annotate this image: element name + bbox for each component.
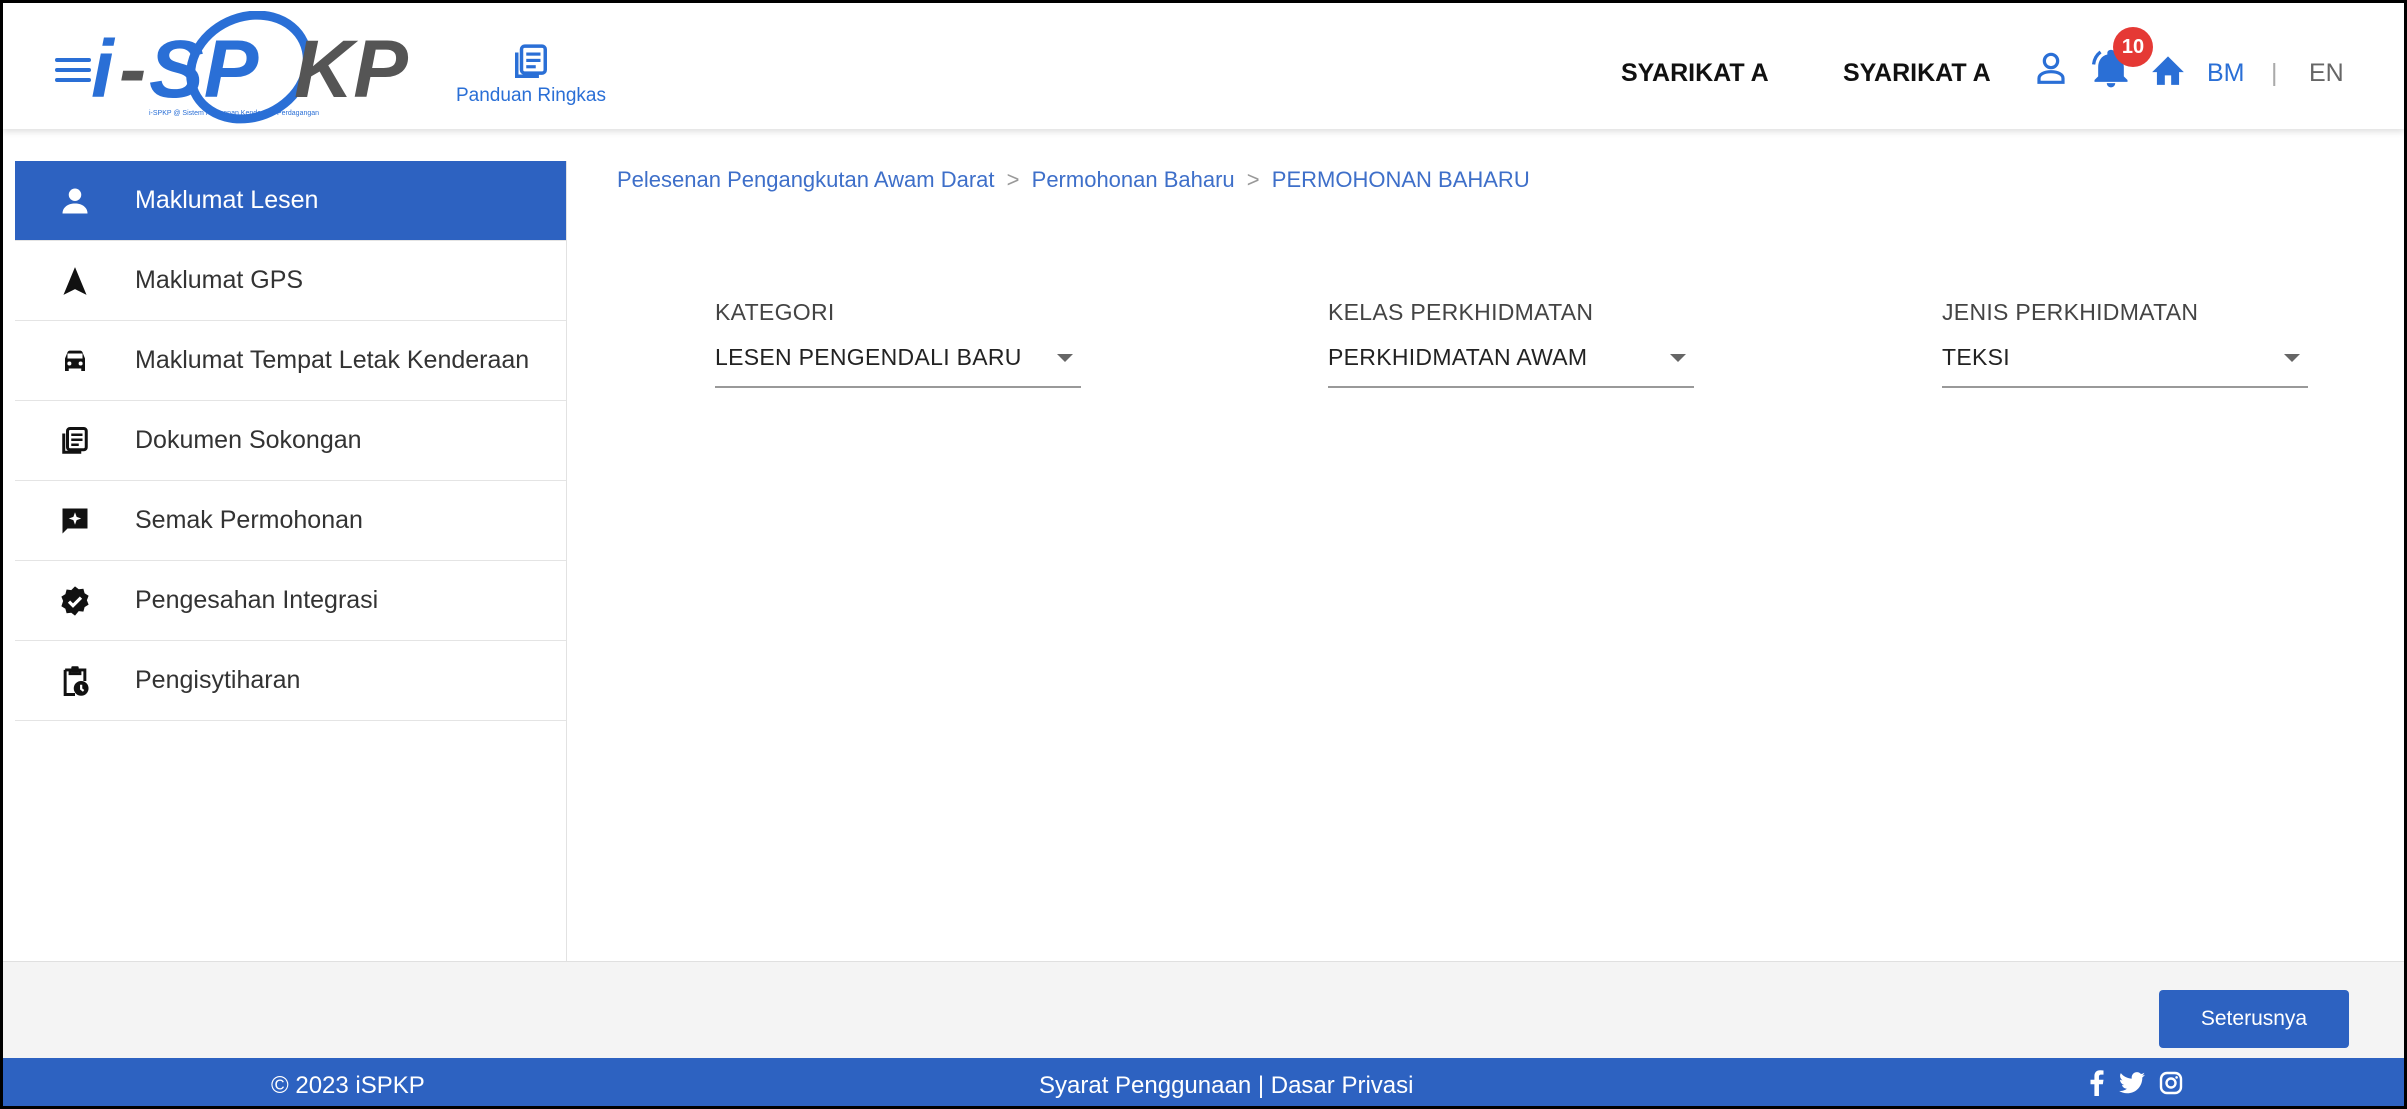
kategori-value: LESEN PENGENDALI BARU — [715, 344, 1022, 370]
kelas-perkhidmatan-value: PERKHIDMATAN AWAM — [1328, 344, 1588, 370]
company-name-secondary: SYARIKAT A — [1843, 59, 1991, 87]
svg-text:KP: KP — [294, 24, 408, 115]
sidebar-item-pengesahan-integrasi[interactable]: Pengesahan Integrasi — [15, 561, 566, 641]
chevron-down-icon — [1670, 354, 1686, 362]
quick-guide-label: Panduan Ringkas — [456, 85, 606, 106]
logo-tagline: i-SPKP @ Sistem Pelesenan Kenderaan Perd… — [149, 110, 319, 117]
sidebar-nav: Maklumat Lesen Maklumat GPS Maklumat Tem… — [15, 161, 567, 961]
breadcrumb-current: PERMOHONAN BAHARU — [1271, 167, 1530, 192]
jenis-perkhidmatan-field: JENIS PERKHIDMATAN TEKSI — [1942, 299, 2308, 388]
sidebar-item-label: Maklumat GPS — [135, 266, 304, 294]
document-icon — [515, 44, 547, 78]
document-icon — [57, 423, 93, 459]
facebook-icon[interactable] — [2089, 1070, 2105, 1096]
twitter-icon[interactable] — [2119, 1072, 2145, 1094]
sidebar-item-label: Pengisytiharan — [135, 666, 301, 694]
person-icon — [57, 183, 93, 219]
jenis-perkhidmatan-value: TEKSI — [1942, 344, 2010, 370]
ispkp-logo[interactable]: i - SP KP i-SPKP @ Sistem Pelesenan Kend… — [89, 11, 439, 126]
language-en[interactable]: EN — [2309, 59, 2344, 88]
sidebar-item-label: Pengesahan Integrasi — [135, 586, 379, 614]
kelas-perkhidmatan-label: KELAS PERKHIDMATAN — [1328, 299, 1594, 325]
menu-toggle-icon[interactable] — [55, 58, 91, 84]
car-icon — [57, 343, 93, 379]
chevron-down-icon — [2284, 354, 2300, 362]
svg-text:-: - — [119, 24, 146, 115]
sidebar-item-label: Semak Permohonan — [135, 506, 363, 534]
top-header: i - SP KP i-SPKP @ Sistem Pelesenan Kend… — [3, 3, 2404, 129]
user-icon[interactable] — [2035, 51, 2067, 87]
svg-text:SP: SP — [149, 24, 259, 115]
sidebar-item-maklumat-lesen[interactable]: Maklumat Lesen — [15, 161, 566, 241]
sidebar-item-label: Maklumat Lesen — [135, 186, 319, 214]
verified-icon — [57, 583, 93, 619]
kategori-label: KATEGORI — [715, 299, 835, 325]
kategori-select[interactable]: LESEN PENGENDALI BARU — [715, 340, 1081, 388]
kelas-perkhidmatan-select[interactable]: PERKHIDMATAN AWAM — [1328, 340, 1694, 388]
sidebar-item-tempat-letak-kenderaan[interactable]: Maklumat Tempat Letak Kenderaan — [15, 321, 566, 401]
kategori-field: KATEGORI LESEN PENGENDALI BARU — [715, 299, 1081, 388]
breadcrumb-separator: > — [1006, 167, 1020, 192]
quick-guide-link[interactable]: Panduan Ringkas — [451, 43, 611, 107]
breadcrumb-link-permohonan-baharu[interactable]: Permohonan Baharu — [1032, 167, 1235, 192]
logo-text-i: i — [91, 24, 116, 115]
copyright-text: © 2023 iSPKP — [271, 1072, 425, 1099]
breadcrumb-separator: > — [1246, 167, 1260, 192]
sidebar-item-maklumat-gps[interactable]: Maklumat GPS — [15, 241, 566, 321]
footer-link-separator: | — [1257, 1072, 1265, 1099]
breadcrumb-link-pelesenan[interactable]: Pelesenan Pengangkutan Awam Darat — [617, 167, 995, 192]
jenis-perkhidmatan-label: JENIS PERKHIDMATAN — [1942, 299, 2199, 325]
breadcrumb: Pelesenan Pengangkutan Awam Darat > Perm… — [617, 167, 1530, 193]
navigation-icon — [57, 263, 93, 299]
company-name: SYARIKAT A — [1621, 59, 1769, 87]
terms-of-use-link[interactable]: Syarat Penggunaan — [1039, 1072, 1251, 1099]
sidebar-item-semak-permohonan[interactable]: Semak Permohonan — [15, 481, 566, 561]
next-button[interactable]: Seterusnya — [2159, 990, 2349, 1048]
footer-links: Syarat Penggunaan | Dasar Privasi — [1039, 1072, 1413, 1100]
review-icon — [57, 503, 93, 539]
clipboard-clock-icon — [57, 663, 93, 699]
home-icon[interactable] — [2149, 51, 2187, 87]
privacy-policy-link[interactable]: Dasar Privasi — [1271, 1072, 1414, 1099]
app-frame: i - SP KP i-SPKP @ Sistem Pelesenan Kend… — [0, 0, 2407, 1109]
social-links — [2089, 1070, 2183, 1096]
language-separator: | — [2271, 59, 2278, 87]
jenis-perkhidmatan-select[interactable]: TEKSI — [1942, 340, 2308, 388]
chevron-down-icon — [1057, 354, 1073, 362]
sidebar-item-pengisytiharan[interactable]: Pengisytiharan — [15, 641, 566, 721]
action-bar: Seterusnya — [3, 961, 2404, 1058]
kelas-perkhidmatan-field: KELAS PERKHIDMATAN PERKHIDMATAN AWAM — [1328, 299, 1694, 388]
sidebar-item-label: Dokumen Sokongan — [135, 426, 362, 454]
instagram-icon[interactable] — [2159, 1071, 2183, 1095]
sidebar-item-dokumen-sokongan[interactable]: Dokumen Sokongan — [15, 401, 566, 481]
sidebar-item-label: Maklumat Tempat Letak Kenderaan — [135, 346, 530, 374]
language-bm[interactable]: BM — [2207, 59, 2245, 88]
footer: © 2023 iSPKP Syarat Penggunaan | Dasar P… — [3, 1058, 2404, 1106]
notification-count-badge: 10 — [2113, 27, 2153, 67]
